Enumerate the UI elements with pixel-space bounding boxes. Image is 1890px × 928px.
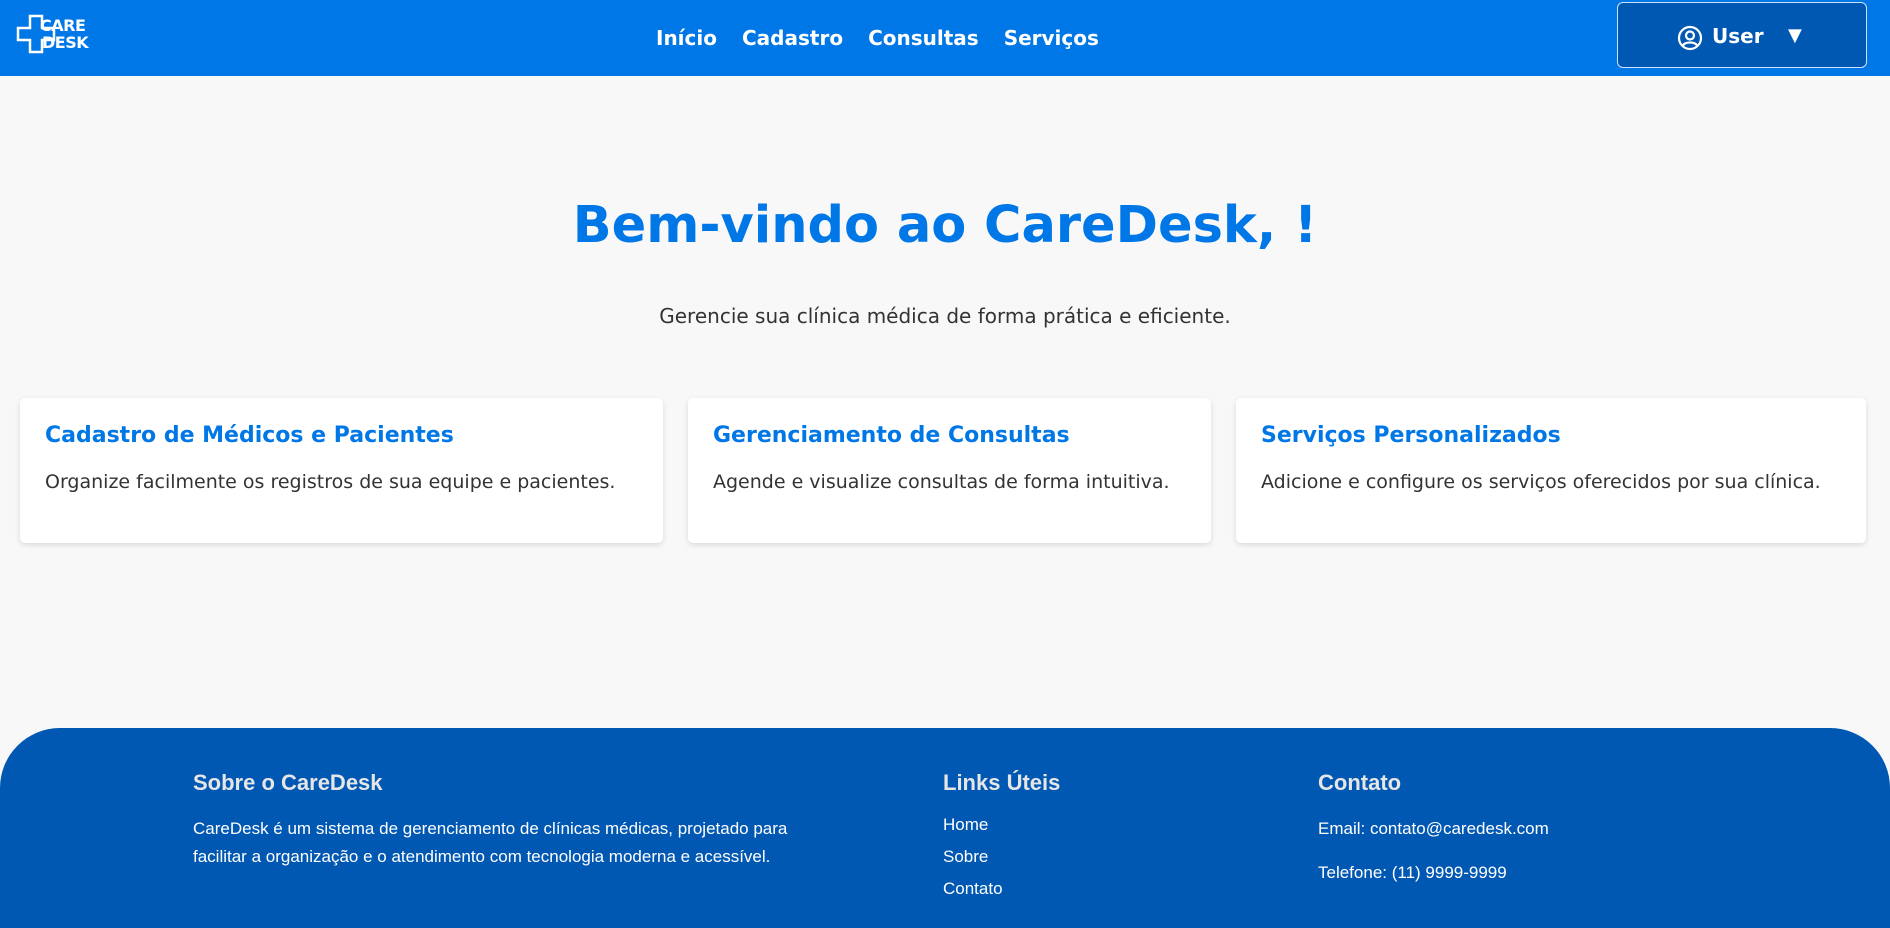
nav-servicos[interactable]: Serviços bbox=[1004, 26, 1099, 50]
footer-link-sobre[interactable]: Sobre bbox=[943, 847, 1060, 867]
card-text: Agende e visualize consultas de forma in… bbox=[713, 471, 1170, 493]
footer-about-title: Sobre o CareDesk bbox=[193, 770, 383, 795]
footer-links-list: Home Sobre Contato bbox=[943, 815, 1060, 899]
nav-cadastro[interactable]: Cadastro bbox=[742, 26, 843, 50]
logo-line-1: CARE bbox=[40, 16, 86, 35]
page-subtitle: Gerencie sua clínica médica de forma prá… bbox=[659, 304, 1231, 328]
main-nav: Início Cadastro Consultas Serviços bbox=[656, 0, 1124, 76]
nav-consultas[interactable]: Consultas bbox=[868, 26, 979, 50]
card-text: Adicione e configure os serviços ofereci… bbox=[1261, 471, 1821, 493]
caredesk-logo[interactable]: CARE DESK bbox=[16, 14, 96, 54]
footer-contact: Contato Email: contato@caredesk.com Tele… bbox=[1318, 770, 1549, 887]
user-circle-icon bbox=[1677, 25, 1703, 51]
logo-wordmark: CARE DESK bbox=[40, 16, 89, 52]
top-header: CARE DESK Início Cadastro Consultas Serv… bbox=[0, 0, 1890, 76]
footer-phone: Telefone: (11) 9999-9999 bbox=[1318, 863, 1507, 882]
feature-card-cadastro: Cadastro de Médicos e Pacientes Organize… bbox=[20, 398, 663, 543]
card-title: Gerenciamento de Consultas bbox=[713, 423, 1070, 448]
user-label: User bbox=[1712, 24, 1764, 48]
footer-links-title: Links Úteis bbox=[943, 770, 1061, 795]
card-title: Serviços Personalizados bbox=[1261, 423, 1561, 448]
footer-about-text: CareDesk é um sistema de gerenciamento d… bbox=[193, 819, 788, 866]
footer-links: Links Úteis Home Sobre Contato bbox=[943, 770, 1060, 911]
user-menu-button[interactable]: User ▼ bbox=[1617, 2, 1867, 68]
footer-about: Sobre o CareDesk CareDesk é um sistema d… bbox=[193, 770, 843, 871]
feature-card-servicos: Serviços Personalizados Adicione e confi… bbox=[1236, 398, 1866, 543]
card-title: Cadastro de Médicos e Pacientes bbox=[45, 423, 454, 448]
site-footer: Sobre o CareDesk CareDesk é um sistema d… bbox=[0, 728, 1890, 928]
footer-link-contato[interactable]: Contato bbox=[943, 879, 1060, 899]
footer-contact-title: Contato bbox=[1318, 770, 1402, 795]
logo-line-2: DESK bbox=[42, 33, 89, 52]
card-text: Organize facilmente os registros de sua … bbox=[45, 471, 616, 493]
chevron-down-icon: ▼ bbox=[1788, 25, 1802, 46]
feature-card-consultas: Gerenciamento de Consultas Agende e visu… bbox=[688, 398, 1211, 543]
footer-email: Email: contato@caredesk.com bbox=[1318, 819, 1549, 838]
page-title: Bem-vindo ao CareDesk, ! bbox=[572, 196, 1318, 255]
footer-link-home[interactable]: Home bbox=[943, 815, 1060, 835]
nav-inicio[interactable]: Início bbox=[656, 26, 717, 50]
